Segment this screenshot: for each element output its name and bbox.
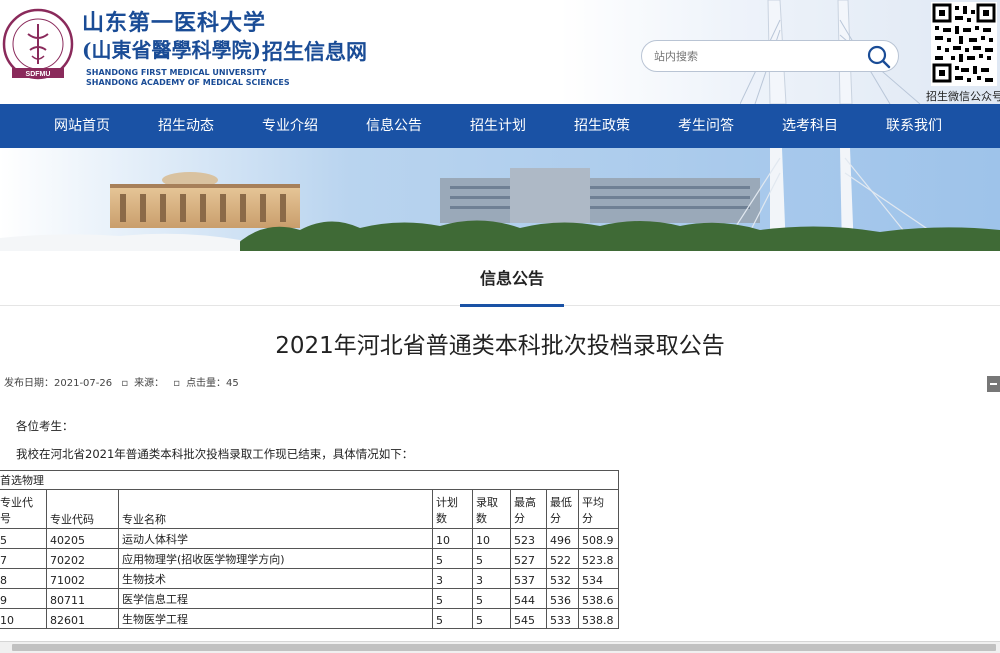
cell-plan: 10 [432, 528, 473, 549]
cell-max: 523 [510, 528, 547, 549]
back-to-top-button[interactable] [987, 376, 1000, 392]
article-greeting: 各位考生： [16, 419, 74, 433]
nav-item-subjects[interactable]: 选考科目 [760, 104, 860, 148]
university-name-cn: 山东第一医科大学 [82, 10, 267, 36]
source-icon: ▫ [121, 378, 129, 389]
cell-code: 82601 [46, 608, 119, 629]
cell-min: 533 [546, 608, 579, 629]
cell-code: 71002 [46, 568, 119, 589]
cell-code: 40205 [46, 528, 119, 549]
cell-avg: 534 [578, 568, 619, 589]
wechat-qr-code [931, 2, 997, 86]
logo-abbr-text: SDFMU [26, 71, 51, 78]
section-title: 信息公告 [460, 268, 564, 307]
cell-no: 8 [0, 568, 47, 589]
scrollbar-thumb[interactable] [12, 644, 996, 651]
nav-item-home[interactable]: 网站首页 [32, 104, 132, 148]
source-label: 来源： [134, 378, 165, 389]
header-avg-score: 平均分 [578, 489, 619, 529]
views-count: 点击量：45 [186, 378, 239, 389]
table-row: 7 70202 应用物理学(招收医学物理学方向) 5 5 527 522 523… [0, 548, 619, 569]
cell-no: 7 [0, 548, 47, 569]
nav-item-admission-news[interactable]: 招生动态 [136, 104, 236, 148]
cell-no: 10 [0, 608, 47, 629]
campus-banner-image [0, 148, 1000, 251]
university-name-en: SHANDONG FIRST MEDICAL UNIVERSITY [86, 68, 267, 77]
header-admitted: 录取数 [472, 489, 511, 529]
cell-avg: 523.8 [578, 548, 619, 569]
cell-admit: 10 [472, 528, 511, 549]
search-box [641, 40, 899, 72]
cell-min: 496 [546, 528, 579, 549]
article-title: 2021年河北省普通类本科批次投档录取公告 [275, 333, 725, 359]
university-name-cn-alt: (山東省醫學科學院) [82, 38, 261, 62]
cell-name: 生物医学工程 [118, 608, 433, 629]
cell-plan: 5 [432, 588, 473, 609]
cell-admit: 5 [472, 588, 511, 609]
horizontal-scrollbar[interactable] [0, 641, 1000, 653]
cell-avg: 538.8 [578, 608, 619, 629]
table-row: 5 40205 运动人体科学 10 10 523 496 508.9 [0, 528, 619, 549]
table-row: 8 71002 生物技术 3 3 537 532 534 [0, 568, 619, 589]
header-min-score: 最低分 [546, 489, 579, 529]
nav-item-admission-plan[interactable]: 招生计划 [448, 104, 548, 148]
cell-no: 5 [0, 528, 47, 549]
university-logo[interactable]: SDFMU [2, 4, 74, 90]
header-major-name: 专业名称 [118, 489, 433, 529]
cell-avg: 538.6 [578, 588, 619, 609]
cell-code: 80711 [46, 588, 119, 609]
site-header: SDFMU 山东第一医科大学 (山東省醫學科學院) SHANDONG FIRST… [0, 0, 1000, 104]
table-row: 10 82601 生物医学工程 5 5 545 533 538.8 [0, 608, 619, 629]
cell-max: 537 [510, 568, 547, 589]
site-title: 招生信息网 [262, 40, 367, 64]
cell-admit: 5 [472, 608, 511, 629]
publish-date: 发布日期：2021-07-26 [4, 378, 113, 389]
academy-name-en: SHANDONG ACADEMY OF MEDICAL SCIENCES [86, 78, 290, 87]
header-max-score: 最高分 [510, 489, 547, 529]
nav-item-contact[interactable]: 联系我们 [864, 104, 964, 148]
table-row: 9 80711 医学信息工程 5 5 544 536 538.6 [0, 588, 619, 609]
cell-name: 生物技术 [118, 568, 433, 589]
nav-item-majors[interactable]: 专业介绍 [240, 104, 340, 148]
cell-code: 70202 [46, 548, 119, 569]
qr-label: 招生微信公众号 [926, 90, 1000, 103]
nav-item-policy[interactable]: 招生政策 [552, 104, 652, 148]
article-meta: 发布日期：2021-07-26 ▫ 来源： ▫ 点击量：45 [4, 374, 245, 389]
cell-min: 536 [546, 588, 579, 609]
views-icon: ▫ [173, 378, 181, 389]
cell-admit: 3 [472, 568, 511, 589]
table-group-row: 首选物理 [0, 470, 619, 490]
cell-avg: 508.9 [578, 528, 619, 549]
header-plan: 计划数 [432, 489, 473, 529]
cell-name: 医学信息工程 [118, 588, 433, 609]
campus-banner [0, 148, 1000, 251]
header-major-no: 专业代号 [0, 489, 47, 529]
cell-min: 532 [546, 568, 579, 589]
header-major-code: 专业代码 [46, 489, 119, 529]
cell-name: 运动人体科学 [118, 528, 433, 549]
cell-max: 544 [510, 588, 547, 609]
cell-min: 522 [546, 548, 579, 569]
cell-admit: 5 [472, 548, 511, 569]
search-input[interactable] [652, 47, 856, 67]
admission-table: 首选物理 专业代号 专业代码 专业名称 计划数 录取数 最高分 最低分 平均分 … [0, 470, 619, 629]
cell-max: 545 [510, 608, 547, 629]
nav-item-faq[interactable]: 考生问答 [656, 104, 756, 148]
cell-no: 9 [0, 588, 47, 609]
cell-plan: 3 [432, 568, 473, 589]
cell-max: 527 [510, 548, 547, 569]
cell-plan: 5 [432, 608, 473, 629]
table-header-row: 专业代号 专业代码 专业名称 计划数 录取数 最高分 最低分 平均分 [0, 489, 619, 529]
search-icon[interactable] [866, 44, 892, 70]
group-header-cell: 首选物理 [0, 470, 619, 490]
cell-name: 应用物理学(招收医学物理学方向) [118, 548, 433, 569]
main-nav: 网站首页 招生动态 专业介绍 信息公告 招生计划 招生政策 考生问答 选考科目 … [0, 104, 1000, 148]
nav-item-announcements[interactable]: 信息公告 [344, 104, 444, 148]
article-intro: 我校在河北省2021年普通类本科批次投档录取工作现已结束，具体情况如下： [16, 447, 414, 461]
cell-plan: 5 [432, 548, 473, 569]
